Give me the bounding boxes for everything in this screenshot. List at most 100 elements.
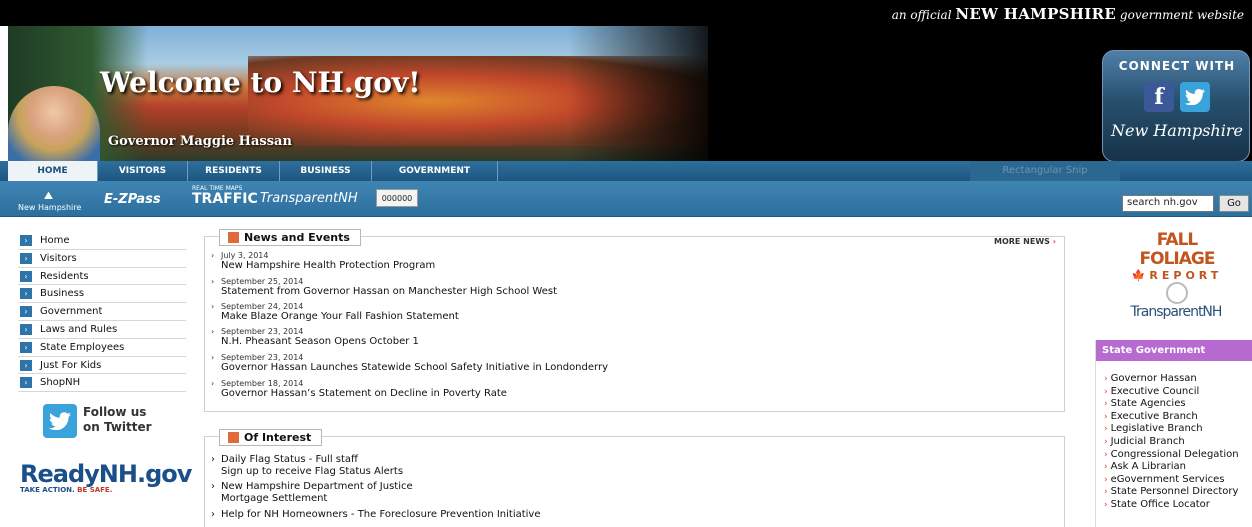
nh-logo-text: New Hampshire [18,203,82,212]
news-item[interactable]: › September 25, 2014 Statement from Gover… [211,277,557,297]
news-title[interactable]: Statement from Governor Hassan on Manche… [211,286,557,297]
news-date: › September 25, 2014 [211,277,557,286]
state-government-links: › Governor Hassan › Executive Council › Sta… [1104,373,1239,512]
snip-overlay-label: Rectangular Snip [970,161,1120,181]
sidebar-item-state-employees[interactable]: › State Employees [18,339,186,357]
state-gov-link[interactable]: › State Office Locator [1104,499,1239,512]
tab-business[interactable]: BUSINESS [280,161,372,181]
sidebar-item-label: ShopNH [40,377,81,389]
interest-item[interactable]: › Daily Flag Status - Full staff Sign up … [211,454,403,478]
search-go-button[interactable]: Go [1219,195,1249,212]
state-gov-link-text: Congressional Delegation [1110,448,1239,460]
news-date-text: September 18, 2014 [221,379,304,388]
transparent-nh-link[interactable]: TransparentNH [260,191,358,206]
tab-home[interactable]: HOME [8,161,98,183]
banner-fade [568,26,728,161]
sidebar-item-just-for-kids[interactable]: › Just For Kids [18,357,186,375]
chevron-right-icon: › [1104,462,1108,473]
official-site-label[interactable]: an official NEW HAMPSHIRE government web… [892,5,1244,23]
news-title[interactable]: New Hampshire Health Protection Program [211,260,435,271]
traffic-link[interactable]: REAL TIME MAPS TRAFFIC [192,185,258,207]
tab-visitors[interactable]: VISITORS [98,161,188,181]
fall-foliage-report-link[interactable]: FALL FOLIAGE 🍁REPORT [1122,231,1232,283]
state-gov-link[interactable]: › Executive Branch [1104,411,1239,424]
bullet-icon: › [211,277,215,286]
more-news-link[interactable]: MORE NEWS › [994,237,1056,246]
news-item[interactable]: › September 23, 2014 N.H. Pheasant Season… [211,327,419,347]
arrow-right-icon: › [20,270,32,282]
state-gov-link[interactable]: › Legislative Branch [1104,423,1239,436]
interest-line-1-text: New Hampshire Department of Justice [221,481,413,492]
chevron-right-icon: › [1104,449,1108,460]
state-gov-link[interactable]: › eGovernment Services [1104,474,1239,487]
official-post: government website [1119,8,1244,22]
state-gov-link[interactable]: › Executive Council [1104,386,1239,399]
news-item[interactable]: › September 23, 2014 Governor Hassan Laun… [211,353,608,373]
state-gov-link-text: State Office Locator [1110,498,1210,510]
tab-government[interactable]: GOVERNMENT [372,161,498,181]
license-plate-link[interactable]: 000000 [376,189,418,207]
search-input[interactable]: search nh.gov [1122,195,1214,212]
interest-line-1[interactable]: › Daily Flag Status - Full staff [211,454,403,466]
news-title[interactable]: Governor Hassan’s Statement on Decline i… [211,388,507,399]
news-item[interactable]: › September 24, 2014 Make Blaze Orange Yo… [211,302,459,322]
news-item[interactable]: › September 18, 2014 Governor Hassan’s St… [211,379,507,399]
state-gov-link[interactable]: › State Agencies [1104,398,1239,411]
state-gov-link[interactable]: › Congressional Delegation [1104,449,1239,462]
news-title[interactable]: N.H. Pheasant Season Opens October 1 [211,336,419,347]
follow-twitter-link[interactable]: Follow us on Twitter [43,404,153,438]
official-pre: an official [891,8,952,22]
tab-residents[interactable]: RESIDENTS [188,161,280,181]
interest-item[interactable]: › New Hampshire Department of Justice Mor… [211,481,413,505]
arrow-right-icon: › [20,288,32,300]
nh-logo-link[interactable]: ⛰ New Hampshire [18,189,82,212]
state-gov-link[interactable]: › State Personnel Directory [1104,486,1239,499]
state-gov-link-text: Executive Council [1110,385,1200,397]
interest-line-1[interactable]: › Help for NH Homeowners - The Foreclosur… [211,509,541,521]
interest-item[interactable]: › Help for NH Homeowners - The Foreclosur… [211,509,541,521]
interest-line-1[interactable]: › New Hampshire Department of Justice [211,481,413,493]
news-date: › July 3, 2014 [211,251,435,260]
bullet-icon: › [211,481,215,492]
official-state: NEW HAMPSHIRE [955,5,1117,23]
sidebar-item-visitors[interactable]: › Visitors [18,250,186,268]
twitter-icon[interactable] [1180,82,1210,112]
arrow-right-icon: › [20,341,32,353]
news-title[interactable]: Governor Hassan Launches Statewide Schoo… [211,362,608,373]
sidebar-item-laws-and-rules[interactable]: › Laws and Rules [18,321,186,339]
sidebar-item-label: Home [40,235,70,246]
state-gov-link[interactable]: › Ask A Librarian [1104,461,1239,474]
news-item[interactable]: › July 3, 2014 New Hampshire Health Prote… [211,251,435,271]
sidebar-item-business[interactable]: › Business [18,285,186,304]
twitter-bird-icon [43,404,77,438]
sidebar-item-residents[interactable]: › Residents [18,268,186,286]
transparent-nh-logo-link[interactable]: TransparentNH [1120,282,1232,326]
interest-line-2[interactable]: Sign up to receive Flag Status Alerts [211,466,403,478]
state-gov-link[interactable]: › Governor Hassan [1104,373,1239,386]
news-date: › September 23, 2014 [211,353,608,362]
news-panel-title: News and Events [244,231,350,244]
ezpass-link[interactable]: E-ZPass [104,192,161,207]
state-gov-link[interactable]: › Judicial Branch [1104,436,1239,449]
interest-line-2[interactable]: Mortgage Settlement [211,493,413,505]
news-title[interactable]: Make Blaze Orange Your Fall Fashion Stat… [211,311,459,322]
state-gov-link-text: State Personnel Directory [1110,486,1239,498]
arrow-right-icon: › [20,323,32,335]
official-site-bar: an official NEW HAMPSHIRE government web… [0,0,1252,26]
readynh-logo-link[interactable]: ReadyNH.gov TAKE ACTION. BE SAFE. [20,456,192,496]
news-date-text: September 25, 2014 [221,277,304,286]
arrow-right-icon: › [20,235,32,246]
facebook-icon[interactable]: f [1144,82,1174,112]
sidebar-item-label: Just For Kids [40,359,102,371]
sidebar-item-government[interactable]: › Government [18,303,186,321]
quick-links-bar: ⛰ New Hampshire E-ZPass REAL TIME MAPS T… [0,181,1252,217]
sidebar-item-home[interactable]: › Home [18,232,186,250]
sidebar-item-shopnh[interactable]: › ShopNH [18,374,186,393]
connect-title: CONNECT WITH [1118,59,1236,73]
bullet-icon: › [211,302,215,311]
bullet-icon: › [211,327,215,336]
interest-panel-tab: Of Interest [219,429,323,446]
follow-line-2: on Twitter [83,420,152,434]
sidebar-item-label: Government [40,306,103,318]
traffic-label: TRAFFIC [192,191,258,207]
